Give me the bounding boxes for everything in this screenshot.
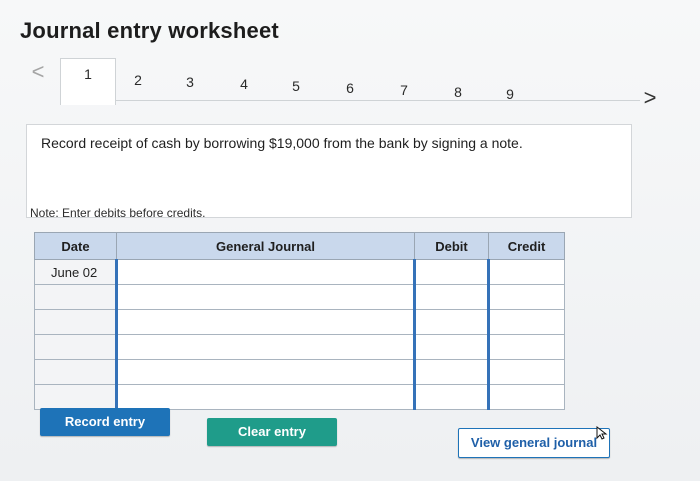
tabs-divider <box>60 100 640 101</box>
credit-input[interactable] <box>487 259 565 285</box>
tab-1[interactable]: 1 <box>60 58 116 105</box>
worksheet-panel: Journal entry worksheet < > 1 2 3 4 5 6 … <box>0 0 700 481</box>
note-text: Note: Enter debits before credits. <box>30 206 206 220</box>
prev-arrow-icon[interactable]: < <box>26 60 50 84</box>
credit-input[interactable] <box>487 284 565 310</box>
tab-4[interactable]: 4 <box>224 74 264 94</box>
mouse-cursor-icon <box>596 426 608 440</box>
credit-input[interactable] <box>487 309 565 335</box>
credit-input[interactable] <box>487 384 565 410</box>
account-input[interactable] <box>115 384 415 410</box>
header-credit: Credit <box>488 232 565 260</box>
account-input[interactable] <box>115 334 415 360</box>
date-cell <box>34 334 117 360</box>
table-row <box>34 284 565 310</box>
debit-input[interactable] <box>413 309 489 335</box>
header-general-journal: General Journal <box>116 232 415 260</box>
account-input[interactable] <box>115 259 415 285</box>
prompt-box: Record receipt of cash by borrowing $19,… <box>26 124 632 218</box>
credit-input[interactable] <box>487 359 565 385</box>
account-input[interactable] <box>115 309 415 335</box>
tab-3[interactable]: 3 <box>170 72 210 92</box>
account-input[interactable] <box>115 359 415 385</box>
journal-table: Date General Journal Debit Credit June 0… <box>34 232 565 410</box>
header-date: Date <box>34 232 117 260</box>
date-cell <box>34 309 117 335</box>
debit-input[interactable] <box>413 334 489 360</box>
page-title: Journal entry worksheet <box>20 18 279 43</box>
date-cell <box>34 384 117 410</box>
tab-2[interactable]: 2 <box>118 70 158 90</box>
date-cell <box>34 284 117 310</box>
header-debit: Debit <box>414 232 489 260</box>
debit-input[interactable] <box>413 384 489 410</box>
tab-8[interactable]: 8 <box>438 82 478 102</box>
date-cell <box>34 359 117 385</box>
account-input[interactable] <box>115 284 415 310</box>
table-row: June 02 <box>34 259 565 285</box>
debit-input[interactable] <box>413 359 489 385</box>
table-row <box>34 309 565 335</box>
next-arrow-icon[interactable]: > <box>638 86 662 110</box>
debit-input[interactable] <box>413 284 489 310</box>
table-row <box>34 334 565 360</box>
tab-7[interactable]: 7 <box>384 80 424 100</box>
credit-input[interactable] <box>487 334 565 360</box>
prompt-text: Record receipt of cash by borrowing $19,… <box>41 135 523 151</box>
table-row <box>34 359 565 385</box>
date-cell: June 02 <box>34 259 117 285</box>
tab-5[interactable]: 5 <box>276 76 316 96</box>
table-row <box>34 384 565 410</box>
tab-6[interactable]: 6 <box>330 78 370 98</box>
debit-input[interactable] <box>413 259 489 285</box>
tab-9[interactable]: 9 <box>490 84 530 104</box>
view-general-journal-button[interactable]: View general journal <box>458 428 610 458</box>
record-entry-button[interactable]: Record entry <box>40 408 170 436</box>
clear-entry-button[interactable]: Clear entry <box>207 418 337 446</box>
